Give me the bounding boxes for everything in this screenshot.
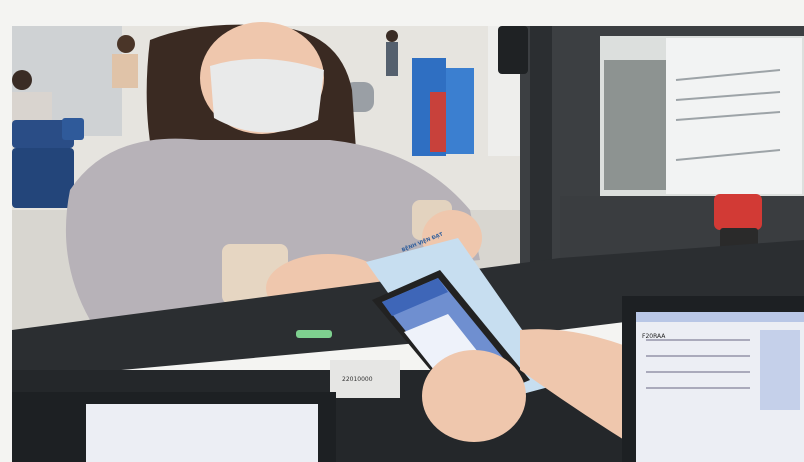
waiting-chair-seat [12,148,74,208]
background-person-body-3 [386,42,398,76]
crate-stack-blue-2 [446,68,474,154]
background-person-head-3 [386,30,398,42]
monitor-ui-block [760,330,800,410]
window-vertical-bar [530,26,552,296]
waiting-chair-2 [62,118,84,140]
speaker-box [498,26,528,74]
background-person-body-2 [112,54,138,88]
green-marker [296,330,332,338]
counter-sticker-text: 22010000 [342,376,373,383]
monitor-tag: F20RAA [642,333,666,340]
left-monitor-screen [86,404,318,462]
background-person-head-2 [117,35,135,53]
photo-scene [0,0,804,462]
background-person-head [12,70,32,90]
red-stamp [714,194,762,230]
clerk-hand [422,350,526,442]
monitor-ui-bar [636,312,804,322]
crate-stack-red [430,92,448,152]
window-outside-view [604,60,674,190]
face-mask [210,58,324,133]
